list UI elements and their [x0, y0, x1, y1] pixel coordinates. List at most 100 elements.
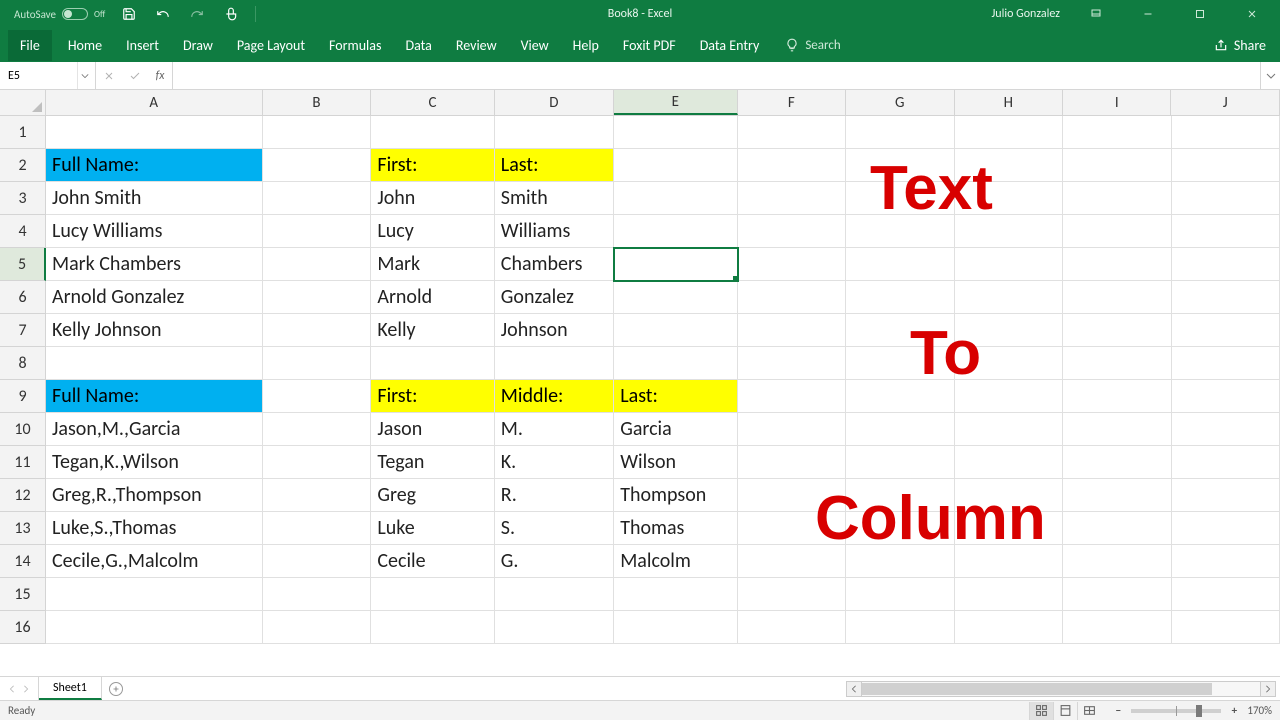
cell-A4[interactable]: Lucy Williams [46, 215, 263, 248]
cell-J13[interactable] [1172, 512, 1280, 545]
scroll-left-button[interactable] [846, 681, 862, 697]
cell-I2[interactable] [1063, 149, 1171, 182]
view-normal-button[interactable] [1029, 702, 1053, 720]
cell-F4[interactable] [738, 215, 846, 248]
tell-me-search[interactable]: Search [771, 38, 840, 53]
cell-C15[interactable] [371, 578, 494, 611]
cell-D1[interactable] [495, 116, 614, 149]
cell-G5[interactable] [846, 248, 954, 281]
cell-D3[interactable]: Smith [495, 182, 614, 215]
cell-A10[interactable]: Jason,M.,Garcia [46, 413, 263, 446]
formula-bar-expand[interactable] [1260, 62, 1280, 89]
cell-G14[interactable] [846, 545, 954, 578]
new-sheet-button[interactable] [102, 677, 130, 700]
cell-I13[interactable] [1063, 512, 1171, 545]
ribbon-tab-view[interactable]: View [509, 30, 561, 61]
cell-G16[interactable] [846, 611, 954, 644]
cell-H16[interactable] [955, 611, 1063, 644]
cell-F5[interactable] [738, 248, 846, 281]
cell-A14[interactable]: Cecile,G.,Malcolm [46, 545, 263, 578]
ribbon-tab-foxit-pdf[interactable]: Foxit PDF [611, 30, 688, 61]
cell-H8[interactable] [955, 347, 1063, 380]
cell-F2[interactable] [738, 149, 846, 182]
cell-I14[interactable] [1063, 545, 1171, 578]
column-header-E[interactable]: E [614, 90, 737, 115]
cell-A16[interactable] [46, 611, 263, 644]
cell-B4[interactable] [263, 215, 371, 248]
cell-A8[interactable] [46, 347, 263, 380]
cell-E4[interactable] [614, 215, 737, 248]
cell-E1[interactable] [614, 116, 737, 149]
cell-H4[interactable] [955, 215, 1063, 248]
cell-G2[interactable] [846, 149, 954, 182]
cell-G15[interactable] [846, 578, 954, 611]
cell-G11[interactable] [846, 446, 954, 479]
cell-J4[interactable] [1172, 215, 1280, 248]
cell-A7[interactable]: Kelly Johnson [46, 314, 263, 347]
cell-D7[interactable]: Johnson [495, 314, 614, 347]
cell-D12[interactable]: R. [495, 479, 614, 512]
cell-H10[interactable] [955, 413, 1063, 446]
row-header-1[interactable]: 1 [0, 116, 46, 149]
cell-F8[interactable] [738, 347, 846, 380]
row-header-12[interactable]: 12 [0, 479, 46, 512]
cell-H2[interactable] [955, 149, 1063, 182]
ribbon-tab-draw[interactable]: Draw [171, 30, 225, 61]
column-header-A[interactable]: A [46, 90, 263, 115]
view-page-layout-button[interactable] [1053, 702, 1077, 720]
row-header-4[interactable]: 4 [0, 215, 46, 248]
cell-H6[interactable] [955, 281, 1063, 314]
cell-G9[interactable] [846, 380, 954, 413]
cell-C1[interactable] [371, 116, 494, 149]
cell-C4[interactable]: Lucy [371, 215, 494, 248]
close-button[interactable] [1230, 0, 1274, 28]
cell-C11[interactable]: Tegan [371, 446, 494, 479]
cell-J7[interactable] [1172, 314, 1280, 347]
cell-C16[interactable] [371, 611, 494, 644]
cell-H14[interactable] [955, 545, 1063, 578]
column-header-B[interactable]: B [263, 90, 371, 115]
cell-E2[interactable] [614, 149, 737, 182]
cell-G10[interactable] [846, 413, 954, 446]
ribbon-tab-home[interactable]: Home [56, 30, 114, 61]
insert-function-button[interactable]: fx [148, 69, 172, 83]
cell-B14[interactable] [263, 545, 371, 578]
ribbon-tab-insert[interactable]: Insert [114, 30, 171, 61]
cell-J5[interactable] [1172, 248, 1280, 281]
cell-E11[interactable]: Wilson [614, 446, 737, 479]
cell-D9[interactable]: Middle: [495, 380, 614, 413]
undo-button[interactable] [153, 4, 173, 24]
cell-D4[interactable]: Williams [495, 215, 614, 248]
cell-J3[interactable] [1172, 182, 1280, 215]
cell-B9[interactable] [263, 380, 371, 413]
select-all-button[interactable] [0, 90, 46, 115]
cell-A3[interactable]: John Smith [46, 182, 263, 215]
row-header-3[interactable]: 3 [0, 182, 46, 215]
column-header-F[interactable]: F [738, 90, 846, 115]
cell-E12[interactable]: Thompson [614, 479, 737, 512]
cell-B15[interactable] [263, 578, 371, 611]
cell-E3[interactable] [614, 182, 737, 215]
cell-G13[interactable] [846, 512, 954, 545]
cell-D10[interactable]: M. [495, 413, 614, 446]
cell-F9[interactable] [738, 380, 846, 413]
cell-D13[interactable]: S. [495, 512, 614, 545]
cell-J1[interactable] [1172, 116, 1280, 149]
column-header-J[interactable]: J [1171, 90, 1279, 115]
save-button[interactable] [119, 4, 139, 24]
cell-G6[interactable] [846, 281, 954, 314]
cell-H5[interactable] [955, 248, 1063, 281]
cell-B3[interactable] [263, 182, 371, 215]
cell-J9[interactable] [1172, 380, 1280, 413]
cell-F16[interactable] [738, 611, 846, 644]
cell-A5[interactable]: Mark Chambers [46, 248, 263, 281]
row-header-2[interactable]: 2 [0, 149, 46, 182]
row-header-5[interactable]: 5 [0, 248, 46, 281]
cell-I5[interactable] [1063, 248, 1171, 281]
cell-J16[interactable] [1172, 611, 1280, 644]
ribbon-tab-page-layout[interactable]: Page Layout [225, 30, 317, 61]
column-header-G[interactable]: G [846, 90, 954, 115]
cell-B16[interactable] [263, 611, 371, 644]
zoom-level[interactable]: 170% [1247, 704, 1272, 717]
cell-F6[interactable] [738, 281, 846, 314]
